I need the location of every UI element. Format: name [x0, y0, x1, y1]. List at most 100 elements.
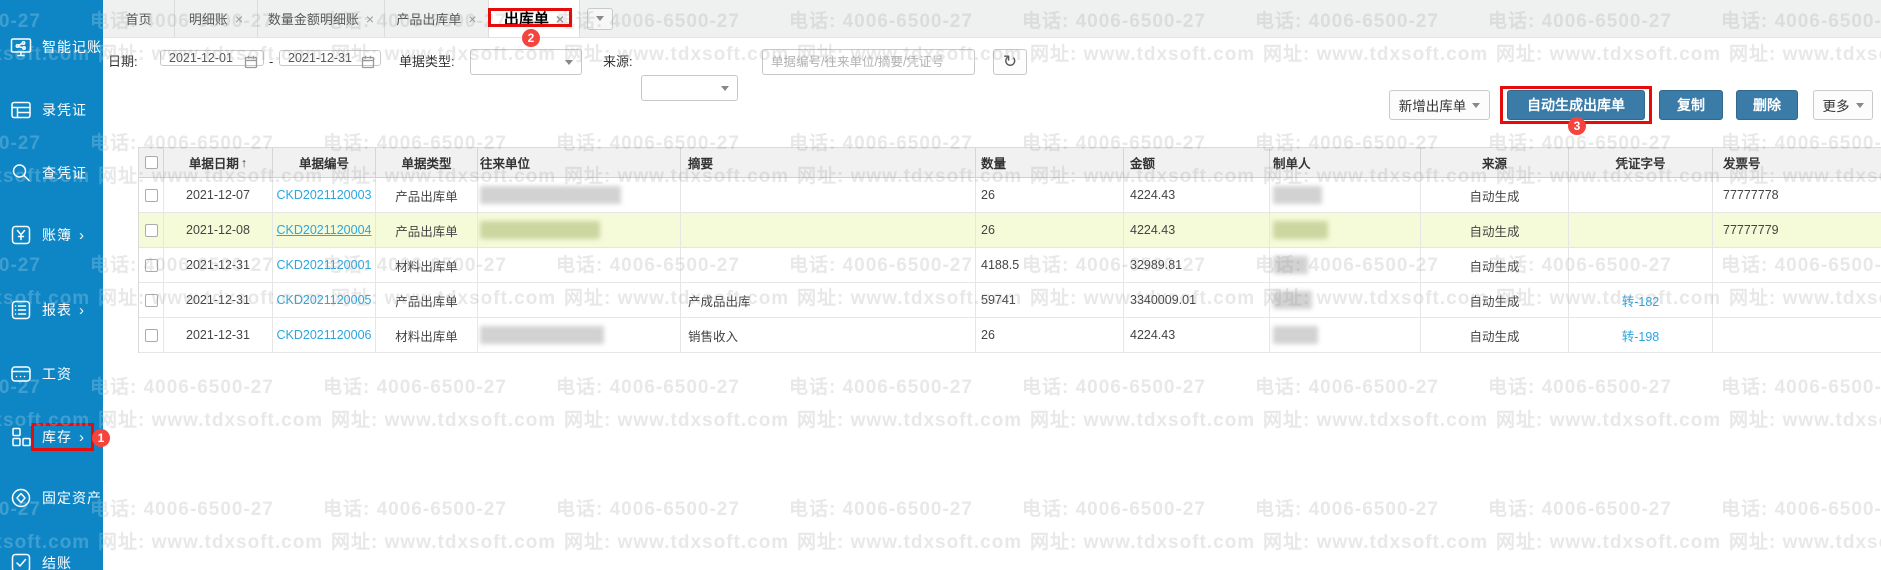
cell-invoice_no: 77777778: [1723, 188, 1779, 202]
sidebar: 智能记账 录凭证 查凭证 账簿 › 报表 › 工资 库存 › 固定资产 结账 1: [0, 0, 110, 570]
doc-no-link[interactable]: CKD2021120003: [277, 188, 372, 202]
column-header-voucher_no[interactable]: 凭证字号: [1569, 148, 1713, 177]
cell-doc_no: CKD2021120006: [273, 318, 376, 352]
auto-generate-outbound-button[interactable]: 自动生成出库单: [1507, 90, 1645, 120]
cell-creator: [1270, 283, 1421, 317]
cell-voucher_no: [1569, 178, 1713, 212]
column-header-qty[interactable]: 数量: [976, 148, 1124, 177]
tab-outbound[interactable]: 出库单 × 2: [488, 0, 580, 47]
tab-product-outbound[interactable]: 产品出库单 ×: [385, 0, 489, 37]
date-to-input[interactable]: [279, 50, 381, 66]
column-header-doc_type[interactable]: 单据类型: [376, 148, 478, 177]
column-header-date[interactable]: 单据日期 ↑: [164, 148, 273, 177]
refresh-button[interactable]: ↻: [993, 49, 1027, 75]
cell-doc_type: 产品出库单: [376, 213, 478, 247]
sidebar-item-inventory[interactable]: 库存 ›: [0, 419, 103, 455]
column-header-source[interactable]: 来源: [1421, 148, 1569, 177]
row-checkbox[interactable]: [144, 223, 158, 237]
column-header-label: 往来单位: [480, 157, 531, 171]
sidebar-item-label: 智能记账: [42, 39, 102, 55]
row-checkbox[interactable]: [144, 258, 158, 272]
sidebar-item-salary[interactable]: 工资: [0, 356, 103, 392]
table-row[interactable]: 2021-12-08 CKD2021120004 产品出库单 26 4224.43 自动生…: [139, 213, 1881, 248]
tab-label: 数量金额明细账: [267, 12, 359, 27]
table-header-row: 单据日期 ↑ 单据编号 单据类型 往来单位 摘要 数量 金额 制单人 来源 凭证字号 发票号: [139, 148, 1881, 178]
main-content: 首页明细账×数量金额明细账×产品出库单×出库单×2 日期: - 单据类型: 来源…: [103, 0, 1881, 570]
voucher-no-link[interactable]: 转-182: [1622, 291, 1660, 310]
cell-date: 2021-12-31: [164, 318, 273, 352]
cell-qty: 4188.5: [976, 248, 1124, 282]
voucher-no-link[interactable]: 转-198: [1622, 326, 1660, 345]
cell-qty: 26: [976, 213, 1124, 247]
column-header-partner[interactable]: 往来单位: [478, 148, 681, 177]
yuan-book-icon: [9, 223, 33, 247]
select-all-checkbox[interactable]: [144, 156, 158, 169]
date-from-input[interactable]: [160, 50, 264, 66]
chevron-down-icon: [596, 16, 604, 21]
sidebar-item-label: 账簿: [42, 227, 72, 243]
sidebar-item-reports[interactable]: 报表 ›: [0, 292, 103, 328]
doc-no-link[interactable]: CKD2021120001: [277, 258, 372, 272]
app-window: 智能记账录凭证查凭证账簿›报表›工资库存›固定资产结账 1 电话: 4006-6…: [0, 0, 1881, 570]
column-header-label: 单据日期: [188, 157, 239, 171]
column-header-doc_no[interactable]: 单据编号: [273, 148, 376, 177]
cell-amount: 4224.43: [1124, 318, 1270, 352]
close-tab-icon[interactable]: ×: [468, 12, 476, 26]
doc-no-link[interactable]: CKD2021120004: [277, 223, 372, 237]
cell-partner: [478, 283, 681, 317]
row-checkbox[interactable]: [144, 188, 158, 202]
more-button[interactable]: 更多: [1813, 90, 1873, 120]
add-outbound-button[interactable]: 新增出库单: [1389, 90, 1490, 120]
sidebar-item-ledger[interactable]: 账簿 ›: [0, 217, 103, 253]
table-row[interactable]: 2021-12-31 CKD2021120005 产品出库单 产成品出库 59741 33…: [139, 283, 1881, 318]
table-row[interactable]: 2021-12-31 CKD2021120001 材料出库单 4188.5 32989.…: [139, 248, 1881, 283]
close-tab-icon[interactable]: ×: [556, 12, 564, 26]
column-header-label: 数量: [981, 157, 1007, 171]
sidebar-item-voucher-entry[interactable]: 录凭证: [0, 92, 103, 128]
sidebar-item-label: 工资: [42, 366, 72, 382]
column-header-invoice_no[interactable]: 发票号: [1713, 148, 1881, 177]
column-header-summary[interactable]: 摘要: [681, 148, 976, 177]
tab-qty-amount-detail[interactable]: 数量金额明细账 ×: [258, 0, 385, 37]
cell-invoice_no: [1713, 283, 1881, 317]
table-row[interactable]: 2021-12-31 CKD2021120006 材料出库单 销售收入 26 4224.4…: [139, 318, 1881, 353]
sidebar-item-closing[interactable]: 结账: [0, 545, 103, 570]
tab-list-dropdown-button[interactable]: [587, 7, 613, 30]
copy-label: 复制: [1677, 97, 1705, 113]
cell-creator: [1270, 318, 1421, 352]
tab-home[interactable]: 首页: [103, 0, 175, 37]
cell-source: 自动生成: [1421, 283, 1569, 317]
column-header-amount[interactable]: 金额: [1124, 148, 1270, 177]
close-tab-icon[interactable]: ×: [366, 12, 374, 26]
source-select[interactable]: [641, 75, 738, 101]
check-square-icon: [9, 551, 33, 570]
sidebar-item-smart-accounting[interactable]: 智能记账: [0, 29, 103, 65]
tab-detail-ledger[interactable]: 明细账 ×: [175, 0, 258, 37]
sidebar-item-label: 录凭证: [42, 102, 87, 118]
redacted-partner-blur: [480, 221, 600, 239]
monitor-share-icon: [9, 35, 33, 59]
cell-source: 自动生成: [1421, 213, 1569, 247]
search-input[interactable]: [762, 49, 975, 75]
sidebar-item-voucher-search[interactable]: 查凭证: [0, 155, 103, 191]
column-header-creator[interactable]: 制单人: [1270, 148, 1421, 177]
cell-creator: [1270, 178, 1421, 212]
delete-button[interactable]: 删除: [1736, 90, 1798, 120]
chevron-right-icon: ›: [79, 301, 84, 319]
row-checkbox[interactable]: [144, 293, 158, 307]
chevron-down-icon: [721, 86, 729, 91]
table-row[interactable]: 2021-12-07 CKD2021120003 产品出库单 26 4224.43 自动生…: [139, 178, 1881, 213]
redacted-partner-blur: [480, 186, 621, 204]
doc-no-link[interactable]: CKD2021120006: [277, 328, 372, 342]
sidebar-item-label: 库存: [42, 429, 72, 445]
chevron-right-icon: ›: [79, 226, 84, 244]
row-checkbox[interactable]: [144, 328, 158, 342]
cell-partner: [478, 178, 681, 212]
doc-type-select[interactable]: [470, 49, 582, 75]
salary-card-icon: [9, 362, 33, 386]
doc-no-link[interactable]: CKD2021120005: [277, 293, 372, 307]
cell-summary: 产成品出库: [681, 283, 976, 317]
copy-button[interactable]: 复制: [1659, 90, 1723, 120]
sidebar-item-fixed-assets[interactable]: 固定资产: [0, 480, 103, 516]
close-tab-icon[interactable]: ×: [235, 12, 243, 26]
